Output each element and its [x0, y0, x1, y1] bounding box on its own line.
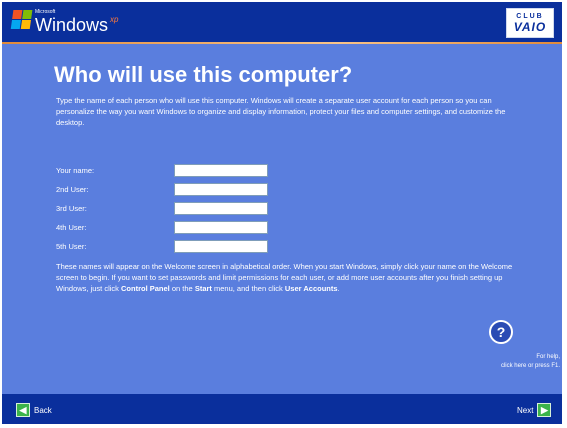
start-label: Start [194, 284, 212, 293]
field-label-2nd-user: 2nd User: [56, 185, 89, 194]
next-label: Next [517, 405, 534, 415]
field-row-5th-user: 5th User: [56, 240, 268, 253]
field-label-5th-user: 5th User: [56, 242, 87, 251]
field-row-2nd-user: 2nd User: [56, 183, 268, 196]
back-button[interactable]: ◀ Back [16, 403, 52, 417]
windows-flag-icon [10, 10, 34, 30]
3rd-user-input[interactable] [174, 202, 268, 215]
field-label-your-name: Your name: [56, 166, 95, 175]
vaio-club-logo: CLUB VAIO [506, 8, 554, 38]
vaio-club-label: CLUB [516, 12, 544, 20]
vaio-brand-label: VAIO [513, 19, 547, 34]
info-text: These names will appear on the Welcome s… [56, 261, 526, 294]
help-text-line2: click here or press F1. [500, 363, 560, 369]
intro-text: Type the name of each person who will us… [56, 96, 506, 127]
help-icon[interactable]: ? [489, 320, 513, 344]
4th-user-input[interactable] [174, 221, 268, 234]
user-accounts-label: User Accounts [284, 284, 338, 293]
windows-label: Windows [35, 15, 109, 35]
help-text-line1: For help, [536, 354, 560, 360]
back-arrow-icon: ◀ [16, 403, 30, 417]
footer-bar [2, 394, 562, 424]
field-row-your-name: Your name: [56, 164, 268, 177]
page-title: Who will use this computer? [54, 62, 353, 87]
next-button[interactable]: Next ▶ [517, 403, 552, 417]
info-text-part3: menu, and then click [211, 284, 285, 293]
help-link[interactable]: For help, click here or press F1. [462, 353, 560, 371]
next-arrow-icon: ▶ [537, 403, 552, 417]
your-name-input[interactable] [174, 164, 268, 177]
2nd-user-input[interactable] [174, 183, 268, 196]
info-text-part2: on the [169, 284, 195, 293]
field-row-4th-user: 4th User: [56, 221, 268, 234]
info-text-part4: . [337, 284, 340, 293]
field-label-4th-user: 4th User: [56, 223, 87, 232]
setup-window: Microsoft Windows xp CLUB VAIO Who will u… [2, 2, 562, 424]
field-label-3rd-user: 3rd User: [56, 204, 87, 213]
field-row-3rd-user: 3rd User: [56, 202, 268, 215]
header-divider [2, 42, 562, 44]
windows-xp-logo: Microsoft Windows xp [10, 10, 119, 35]
back-label: Back [34, 405, 52, 415]
header-bar: Microsoft Windows xp CLUB VAIO [2, 2, 562, 42]
5th-user-input[interactable] [174, 240, 268, 253]
control-panel-label: Control Panel [121, 284, 170, 293]
xp-label: xp [110, 15, 119, 24]
